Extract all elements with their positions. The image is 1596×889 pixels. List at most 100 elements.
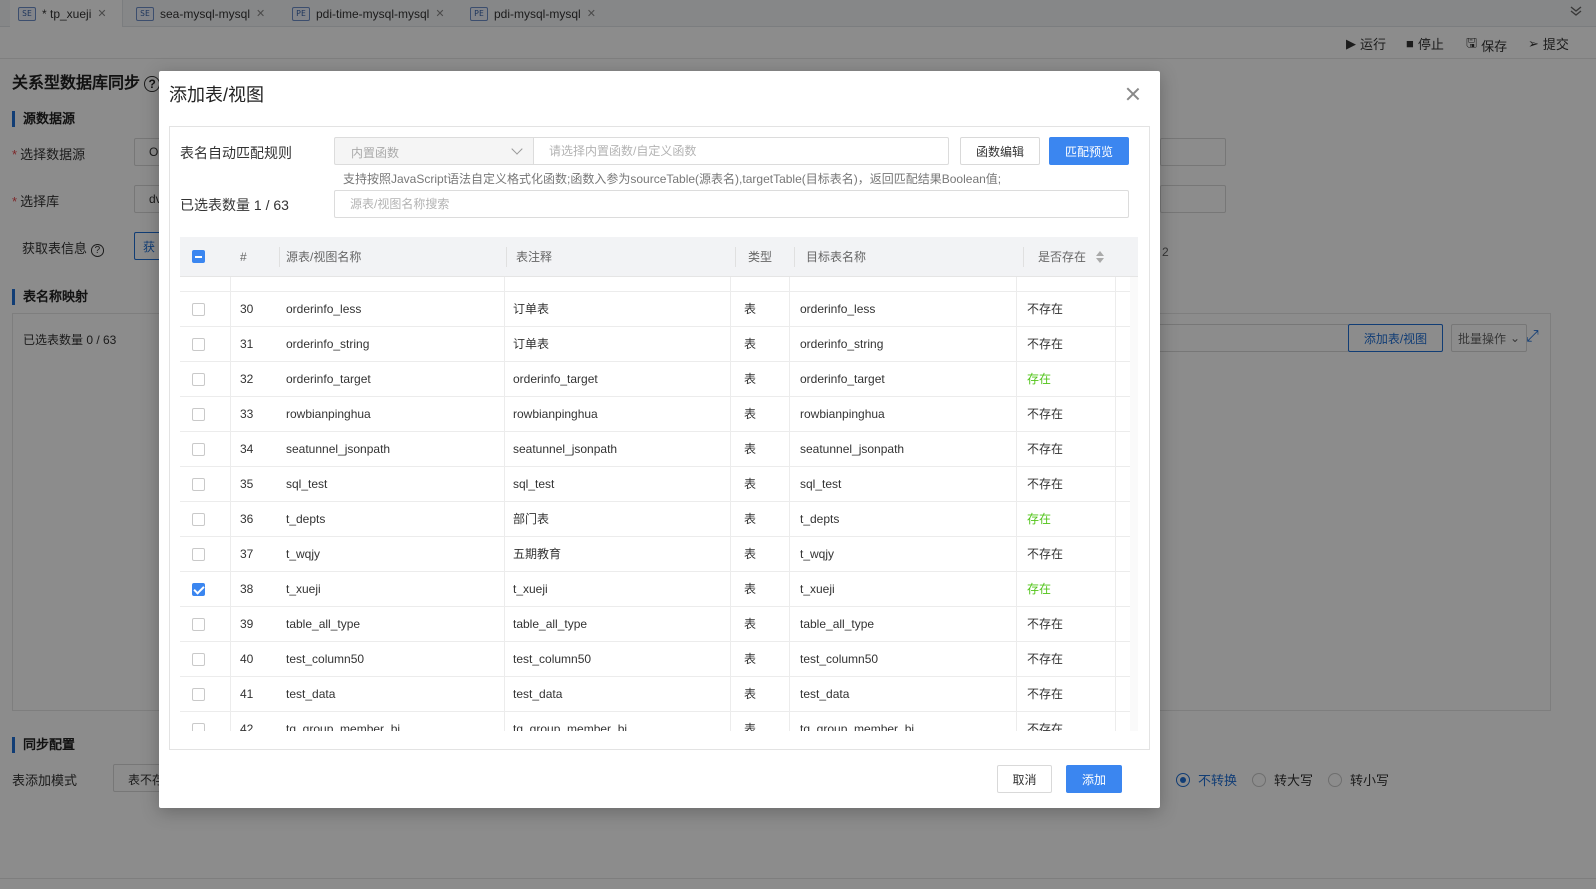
cell-divider	[730, 362, 731, 397]
row-checkbox[interactable]	[192, 338, 205, 351]
table-row[interactable]: 35 sql_test sql_test 表 sql_test 不存在	[180, 467, 1138, 502]
cell-divider	[1016, 677, 1017, 712]
col-exists[interactable]: 是否存在	[1038, 237, 1086, 277]
cell-divider	[230, 607, 231, 642]
cell-divider	[504, 712, 505, 731]
cell-comment: 部门表	[513, 512, 550, 526]
cell-divider	[789, 362, 790, 397]
cell-divider	[504, 607, 505, 642]
cell-divider	[504, 642, 505, 677]
row-checkbox[interactable]	[192, 688, 205, 701]
cell-divider	[1115, 362, 1116, 397]
row-checkbox[interactable]	[192, 723, 205, 731]
table-row[interactable]: 39 table_all_type table_all_type 表 table_all…	[180, 607, 1138, 642]
table-row[interactable]: 30 orderinfo_less 订单表 表 orderinfo_less 不存在	[180, 292, 1138, 327]
cell-comment: 五期教育	[513, 547, 562, 561]
cell-index: 30	[240, 302, 254, 316]
table-row[interactable]: 37 t_wqjy 五期教育 表 t_wqjy 不存在	[180, 537, 1138, 572]
select-all-checkbox[interactable]	[192, 250, 205, 263]
cell-type: 表	[744, 302, 757, 316]
cell-divider	[789, 502, 790, 537]
close-icon[interactable]	[1126, 87, 1140, 101]
cell-divider	[230, 362, 231, 397]
cell-source-name: rowbianpinghua	[286, 407, 371, 421]
row-checkbox[interactable]	[192, 548, 205, 561]
row-checkbox[interactable]	[192, 443, 205, 456]
cell-target-name: t_xueji	[800, 582, 835, 596]
row-checkbox[interactable]	[192, 478, 205, 491]
cell-exists: 不存在	[1027, 617, 1064, 631]
row-checkbox[interactable]	[192, 583, 205, 596]
cell-divider	[1115, 537, 1116, 572]
table-row[interactable]: 41 test_data test_data 表 test_data 不存在	[180, 677, 1138, 712]
table-row[interactable]: 40 test_column50 test_column50 表 test_column…	[180, 642, 1138, 677]
row-checkbox[interactable]	[192, 513, 205, 526]
cell-divider	[1115, 292, 1116, 327]
cell-comment: orderinfo_target	[513, 372, 598, 386]
chevron-down-icon	[511, 143, 523, 155]
cell-divider	[230, 642, 231, 677]
cancel-button[interactable]: 取消	[997, 765, 1052, 793]
cell-divider	[730, 677, 731, 712]
cell-source-name: t_depts	[286, 512, 326, 526]
cell-exists: 不存在	[1027, 722, 1064, 731]
table-search-input[interactable]	[334, 190, 1129, 218]
column-divider	[506, 247, 507, 267]
cell-comment: sql_test	[513, 477, 555, 491]
cell-divider	[1115, 677, 1116, 712]
row-checkbox[interactable]	[192, 373, 205, 386]
cell-source-name: seatunnel_jsonpath	[286, 442, 391, 456]
cell-source-name: tq_group_member_bi	[286, 722, 401, 731]
table-row[interactable]	[180, 277, 1138, 292]
table-row[interactable]: 42 tq_group_member_bi tq_group_member_bi 表 t…	[180, 712, 1138, 731]
cell-exists: 存在	[1027, 582, 1052, 596]
cell-exists: 不存在	[1027, 687, 1064, 701]
cell-divider	[730, 467, 731, 502]
cell-type: 表	[744, 372, 757, 386]
scrollbar[interactable]	[1130, 277, 1138, 731]
match-preview-button[interactable]: 匹配预览	[1049, 137, 1129, 165]
cell-divider	[730, 712, 731, 731]
function-input[interactable]	[533, 137, 949, 165]
function-edit-button[interactable]: 函数编辑	[960, 137, 1040, 165]
cell-divider	[230, 432, 231, 467]
cell-exists: 不存在	[1027, 652, 1064, 666]
cell-type: 表	[744, 442, 757, 456]
cell-exists: 不存在	[1027, 547, 1064, 561]
builtin-function-select[interactable]: 内置函数	[334, 137, 534, 165]
table-row[interactable]: 36 t_depts 部门表 表 t_depts 存在	[180, 502, 1138, 537]
row-checkbox[interactable]	[192, 653, 205, 666]
cell-source-name: orderinfo_less	[286, 302, 362, 316]
add-button[interactable]: 添加	[1066, 765, 1122, 793]
table-row[interactable]: 31 orderinfo_string 订单表 表 orderinfo_string 不存…	[180, 327, 1138, 362]
cell-divider	[230, 327, 231, 362]
table-row[interactable]: 34 seatunnel_jsonpath seatunnel_jsonpath 表 s…	[180, 432, 1138, 467]
cell-comment: 订单表	[513, 302, 550, 316]
table-row[interactable]: 38 t_xueji t_xueji 表 t_xueji 存在	[180, 572, 1138, 607]
cell-divider	[1115, 432, 1116, 467]
cell-divider	[504, 277, 505, 292]
cell-target-name: rowbianpinghua	[800, 407, 885, 421]
table-row[interactable]: 33 rowbianpinghua rowbianpinghua 表 rowbianpi…	[180, 397, 1138, 432]
col-index: #	[240, 250, 247, 264]
cell-divider	[730, 607, 731, 642]
cell-divider	[1016, 502, 1017, 537]
cell-comment: rowbianpinghua	[513, 407, 598, 421]
cell-type: 表	[744, 582, 757, 596]
cell-target-name: table_all_type	[800, 617, 875, 631]
row-checkbox[interactable]	[192, 408, 205, 421]
cell-index: 37	[240, 547, 254, 561]
table: # 源表/视图名称 表注释 类型 目标表名称 是否存在 30 orderinfo_…	[180, 237, 1138, 731]
table-row[interactable]: 32 orderinfo_target orderinfo_target 表 order…	[180, 362, 1138, 397]
row-checkbox[interactable]	[192, 303, 205, 316]
row-checkbox[interactable]	[192, 618, 205, 631]
cell-divider	[730, 327, 731, 362]
cell-divider	[504, 572, 505, 607]
cell-divider	[504, 432, 505, 467]
match-rule-label: 表名自动匹配规则	[180, 145, 292, 161]
cell-index: 41	[240, 687, 254, 701]
sort-icon[interactable]	[1096, 251, 1104, 263]
cell-type: 表	[744, 722, 757, 731]
cell-divider	[230, 712, 231, 731]
cell-type: 表	[744, 477, 757, 491]
